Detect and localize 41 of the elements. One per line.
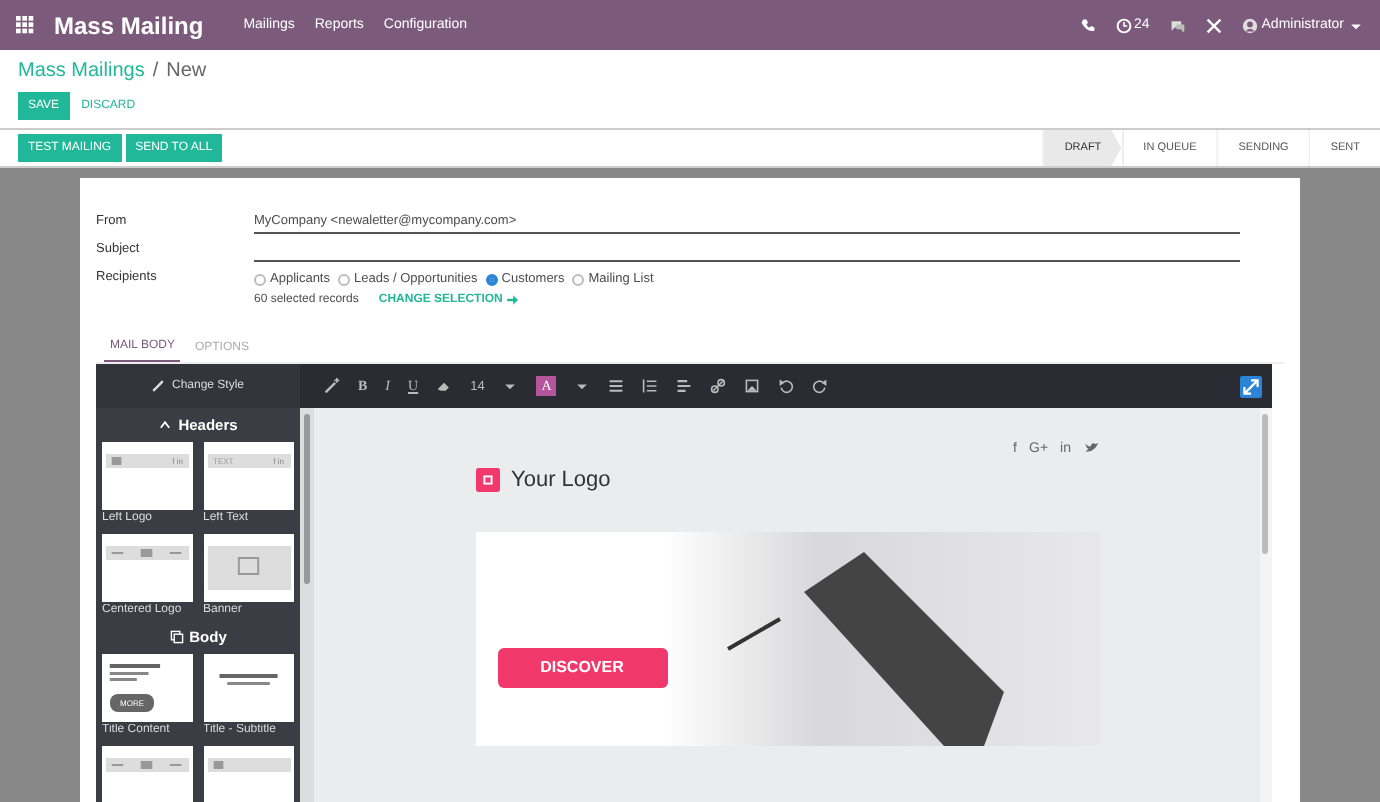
bird-icon: [1083, 440, 1099, 456]
app-title: Mass Mailing: [54, 11, 204, 39]
phone-icon: [1079, 17, 1096, 33]
brush-icon: [151, 380, 164, 392]
chat-icon: [1169, 17, 1186, 33]
caret-icon: [574, 378, 591, 394]
numbered-list-icon: [642, 378, 659, 394]
snippet-preview-drawing[interactable]: [203, 654, 294, 722]
clock-icon: [1115, 17, 1132, 33]
align-icon: [676, 378, 693, 394]
redo-icon: [812, 378, 829, 394]
tools-icon: [1205, 17, 1222, 33]
copy-icon: [169, 630, 184, 644]
breadcrumb-separator: /: [152, 60, 159, 82]
radio-button[interactable]: [485, 273, 498, 285]
chevron-up-icon: [158, 418, 173, 432]
scrollbar[interactable]: [1260, 408, 1272, 802]
image-icon: [744, 378, 761, 394]
bullet-list-icon: [608, 378, 625, 394]
breadcrumb-current: New: [166, 60, 207, 82]
eraser-icon: [436, 378, 453, 394]
snippet-preview-drawing[interactable]: [102, 746, 193, 802]
link-icon: [710, 378, 727, 394]
logo-text: Your Logo: [511, 468, 611, 492]
discover-button[interactable]: DISCOVER: [497, 647, 667, 687]
scrollbar[interactable]: [300, 408, 314, 802]
expand-icon[interactable]: [1240, 375, 1262, 397]
arrow-right-icon: [506, 294, 519, 306]
apps-grid-icon: [16, 16, 34, 34]
avatar-icon: [1241, 17, 1258, 33]
radio-button[interactable]: [572, 273, 585, 285]
logo-icon: [475, 468, 499, 492]
snippet-preview-drawing[interactable]: [203, 746, 294, 802]
magic-wand-icon: [324, 378, 340, 394]
radio-button[interactable]: [254, 273, 266, 285]
snippet-preview-drawing[interactable]: [203, 534, 294, 602]
radio-button[interactable]: [338, 273, 350, 285]
undo-icon: [778, 378, 795, 394]
snippet-preview-drawing[interactable]: [102, 654, 193, 722]
caret-icon: [502, 378, 519, 394]
snippet-preview-drawing[interactable]: [102, 534, 193, 602]
